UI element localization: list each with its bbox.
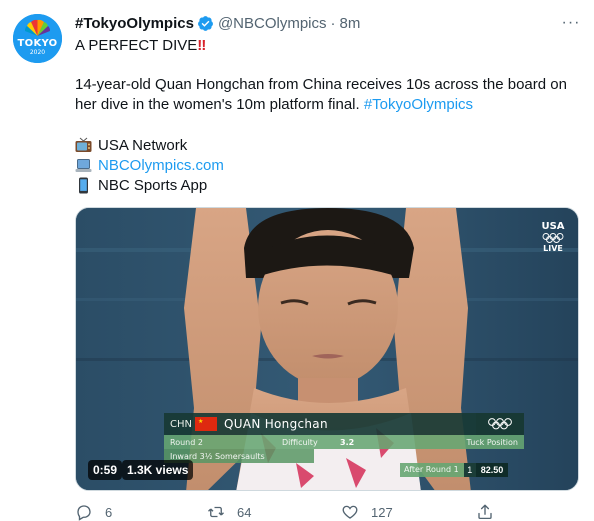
china-flag-icon: ★ <box>194 417 217 431</box>
channel-line: USA Network <box>75 135 187 155</box>
tweet-body-text: her dive in the women's 10m platform fin… <box>75 96 360 113</box>
reply-icon <box>77 505 91 521</box>
avatar-year: 2020 <box>29 49 46 56</box>
tweet-body-line: 14-year-old Quan Hongchan from China rec… <box>75 76 567 93</box>
video-player[interactable]: USA LIVE CHN ★ QUAN Hongchan Round 2 Dif… <box>75 207 579 491</box>
tweet-headline: A PERFECT DIVE‼ <box>75 36 206 56</box>
tv-icon <box>75 137 92 152</box>
athlete-name: QUAN Hongchan <box>223 417 328 431</box>
app-line: NBC Sports App <box>75 175 207 195</box>
tweet-body-line: her dive in the women's 10m platform fin… <box>75 95 473 115</box>
athlete-bar: CHN ★ QUAN Hongchan <box>164 413 524 435</box>
headline-text: A PERFECT DIVE <box>75 37 198 54</box>
website-line: NBCOlympics.com <box>75 155 224 175</box>
heart-icon <box>342 505 358 519</box>
country-code: CHN <box>170 418 192 430</box>
double-exclamation-icon: ‼ <box>197 37 206 54</box>
difficulty-value: 3.2 <box>340 437 355 447</box>
separator-dot: · <box>330 14 336 32</box>
tweet-header: #TokyoOlympics @NBCOlympics · 8m <box>75 13 360 33</box>
retweet-count: 64 <box>237 504 252 520</box>
olympic-rings-icon <box>542 233 564 243</box>
action-bar: 6 64 127 <box>75 503 579 521</box>
mobile-phone-icon <box>79 177 88 193</box>
usa-network-label: USA Network <box>98 136 188 154</box>
score-graphic: CHN ★ QUAN Hongchan Round 2 Difficulty 3… <box>164 413 524 463</box>
nbc-sports-app-label: NBC Sports App <box>98 176 208 194</box>
reply-count: 6 <box>105 504 113 520</box>
verified-badge-icon <box>198 15 213 31</box>
laptop-icon <box>75 158 92 172</box>
like-button[interactable]: 127 <box>341 503 393 521</box>
retweet-icon <box>208 506 224 518</box>
dive-position: Tuck Position <box>466 437 518 447</box>
reply-button[interactable]: 6 <box>75 503 112 521</box>
difficulty-label: Difficulty <box>282 437 318 447</box>
hashtag-link[interactable]: #TokyoOlympics <box>364 96 473 113</box>
like-count: 127 <box>371 504 393 520</box>
rank-value: 1 <box>463 463 476 477</box>
usa-network-logo: USA LIVE <box>538 221 568 254</box>
olympic-rings-icon <box>488 418 512 430</box>
share-icon <box>478 504 492 520</box>
display-name[interactable]: #TokyoOlympics <box>75 15 194 32</box>
olympic-rings-box <box>476 413 524 435</box>
nbcolympics-link[interactable]: NBCOlympics.com <box>98 157 224 174</box>
timestamp[interactable]: 8m <box>340 15 361 32</box>
view-count: 1.3K views <box>122 460 194 480</box>
retweet-button[interactable]: 64 <box>207 503 251 521</box>
more-options-icon[interactable]: ··· <box>560 12 582 34</box>
video-duration: 0:59 <box>88 460 123 480</box>
round-label: Round 2 <box>170 437 203 447</box>
score-value: 82.50 <box>475 463 509 477</box>
dive-info-row: Round 2 Difficulty 3.2 Tuck Position <box>164 435 524 449</box>
live-badge: LIVE <box>543 244 563 253</box>
avatar[interactable]: TOKYO 2020 <box>13 14 62 63</box>
tweet[interactable]: TOKYO 2020 #TokyoOlympics @NBCOlympics ·… <box>0 0 594 521</box>
network-name: USA <box>541 221 565 232</box>
after-round-label: After Round 1 <box>400 463 464 477</box>
standings-bar: After Round 1 1 82.50 <box>400 463 509 477</box>
flag-star: ★ <box>197 419 204 425</box>
avatar-label: TOKYO <box>17 38 58 49</box>
share-button[interactable] <box>476 503 506 521</box>
handle[interactable]: @NBCOlympics <box>218 15 327 32</box>
